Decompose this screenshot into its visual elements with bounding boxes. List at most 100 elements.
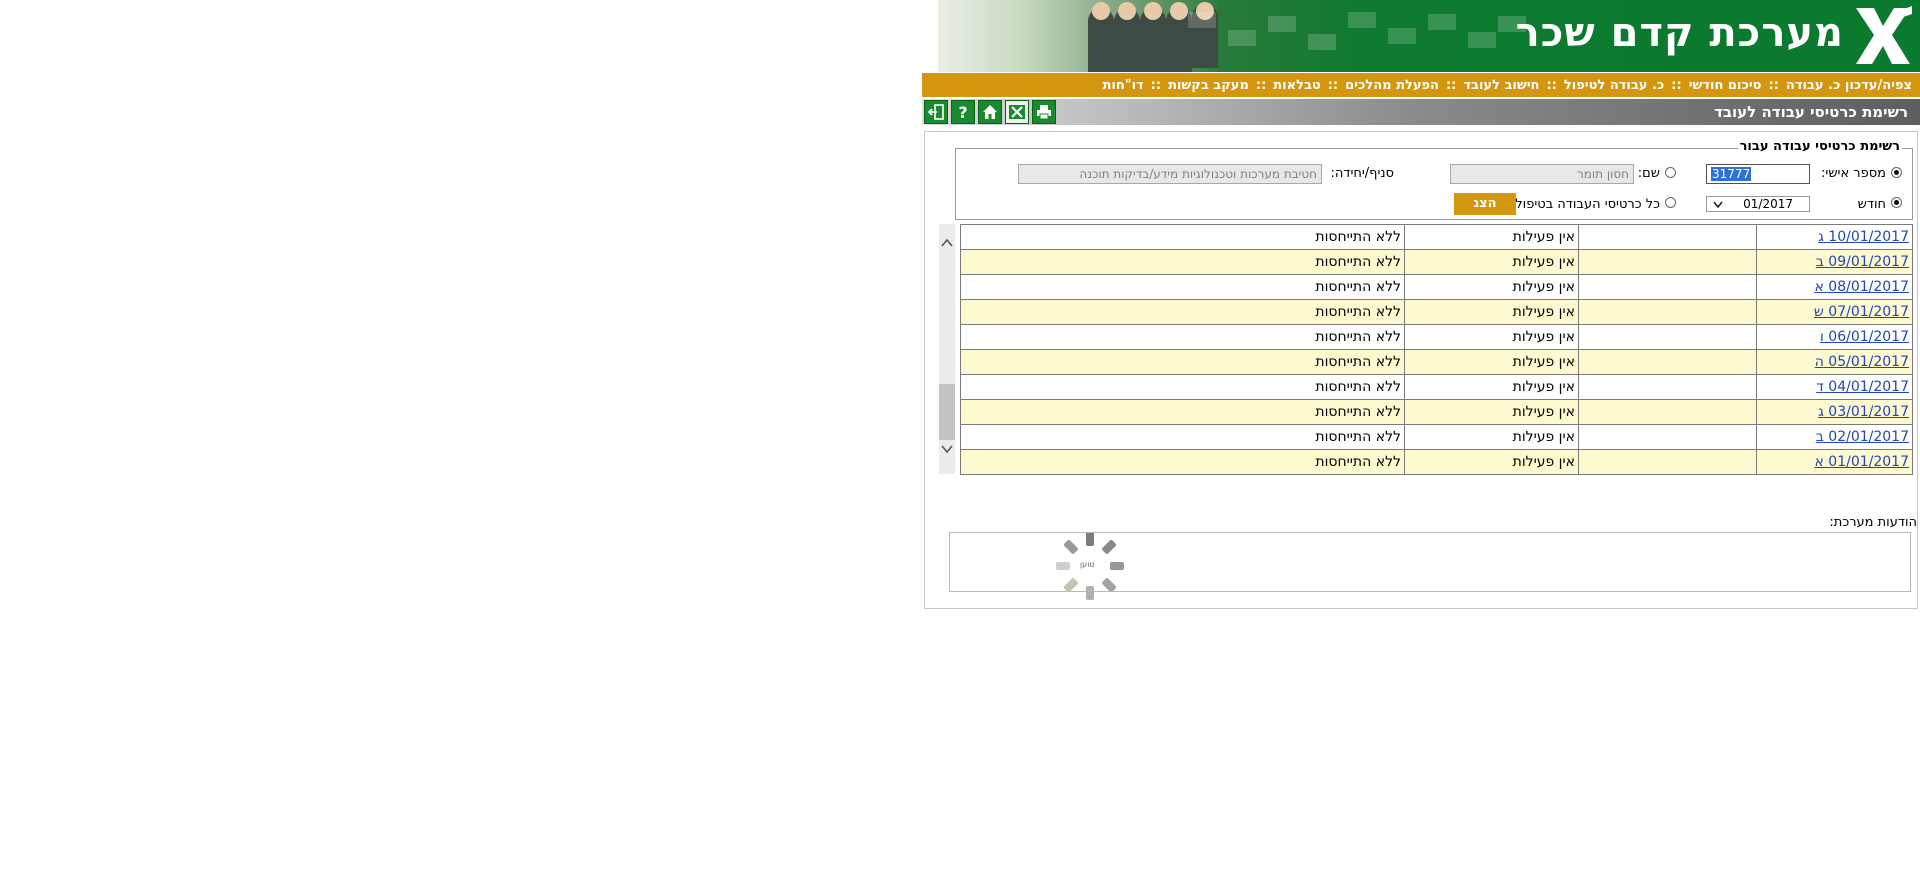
- table-row: 01/01/2017 א אין פעילות ללא התייחסות: [960, 449, 1913, 475]
- date-cell: 06/01/2017 ו: [1756, 324, 1913, 350]
- menu-item[interactable]: חישוב לעובד: [1463, 78, 1539, 93]
- work-card-date-link[interactable]: 03/01/2017 ג: [1818, 404, 1909, 420]
- empty-cell: [1578, 249, 1757, 275]
- home-button[interactable]: [978, 100, 1002, 124]
- page-title-bar: רשימת כרטיסי עבודה לעובד ?: [922, 99, 1920, 125]
- work-card-date-link[interactable]: 05/01/2017 ה: [1815, 354, 1909, 370]
- empty-cell: [1578, 274, 1757, 300]
- status-cell: ללא התייחסות: [960, 249, 1405, 275]
- table-row: 02/01/2017 ב אין פעילות ללא התייחסות: [960, 424, 1913, 450]
- search-legend: רשימת כרטיסי עבודה עבור: [1737, 139, 1902, 154]
- system-messages-label: הודעות מערכת:: [1829, 515, 1917, 530]
- date-cell: 02/01/2017 ב: [1756, 424, 1913, 450]
- all-cards-radio[interactable]: [1665, 197, 1676, 208]
- empty-cell: [1578, 324, 1757, 350]
- status-cell: ללא התייחסות: [960, 274, 1405, 300]
- excel-icon: [1009, 105, 1025, 119]
- month-select[interactable]: 01/2017: [1706, 196, 1810, 212]
- activity-cell: אין פעילות: [1404, 424, 1579, 450]
- table-row: 05/01/2017 ה אין פעילות ללא התייחסות: [960, 349, 1913, 375]
- work-card-date-link[interactable]: 08/01/2017 א: [1814, 279, 1909, 295]
- activity-cell: אין פעילות: [1404, 324, 1579, 350]
- name-label: שם:: [1637, 166, 1660, 181]
- excel-button[interactable]: [1005, 100, 1029, 124]
- svg-text:?: ?: [958, 103, 967, 121]
- menu-separator: ::: [1255, 77, 1267, 93]
- activity-cell: אין פעילות: [1404, 249, 1579, 275]
- empty-cell: [1578, 374, 1757, 400]
- employee-id-radio[interactable]: [1891, 167, 1902, 178]
- status-cell: ללא התייחסות: [960, 424, 1405, 450]
- chevron-down-icon: [1713, 201, 1723, 209]
- exit-icon: [927, 104, 944, 120]
- work-card-date-link[interactable]: 06/01/2017 ו: [1820, 329, 1909, 345]
- header-banner: מערכת קדם שכר: [938, 0, 1920, 72]
- menu-separator: ::: [1150, 77, 1162, 93]
- home-icon: [983, 105, 997, 119]
- status-cell: ללא התייחסות: [960, 224, 1405, 250]
- work-card-date-link[interactable]: 04/01/2017 ד: [1816, 379, 1909, 395]
- menu-item[interactable]: מעקב בקשות: [1168, 78, 1249, 93]
- work-card-date-link[interactable]: 07/01/2017 ש: [1814, 304, 1909, 320]
- activity-cell: אין פעילות: [1404, 449, 1579, 475]
- banner-decoration: [1148, 12, 1528, 62]
- activity-cell: אין פעילות: [1404, 399, 1579, 425]
- menu-item[interactable]: כ. עבודה לטיפול: [1564, 78, 1664, 93]
- exit-button[interactable]: [924, 100, 948, 124]
- table-scrollbar[interactable]: [939, 224, 955, 474]
- empty-cell: [1578, 299, 1757, 325]
- scroll-down-arrow[interactable]: [939, 442, 955, 458]
- menu-item[interactable]: טבלאות: [1273, 78, 1320, 93]
- status-cell: ללא התייחסות: [960, 324, 1405, 350]
- table-row: 04/01/2017 ד אין פעילות ללא התייחסות: [960, 374, 1913, 400]
- activity-cell: אין פעילות: [1404, 349, 1579, 375]
- system-messages-box: [949, 532, 1911, 592]
- app-root: מערכת קדם שכר צפיה/עדכון כ. עבודה:: סיכום…: [922, 0, 1920, 888]
- table-row: 08/01/2017 א אין פעילות ללא התייחסות: [960, 274, 1913, 300]
- empty-cell: [1578, 224, 1757, 250]
- status-cell: ללא התייחסות: [960, 374, 1405, 400]
- empty-cell: [1578, 449, 1757, 475]
- month-radio[interactable]: [1891, 197, 1902, 208]
- show-button[interactable]: הצג: [1454, 193, 1516, 215]
- work-card-date-link[interactable]: 01/01/2017 א: [1814, 454, 1909, 470]
- help-button[interactable]: ?: [951, 100, 975, 124]
- all-cards-label: כל כרטיסי העבודה בטיפול: [1515, 197, 1660, 212]
- menu-item[interactable]: דו"חות: [1103, 78, 1144, 93]
- date-cell: 01/01/2017 א: [1756, 449, 1913, 475]
- branch-label: סניף/יחידה:: [1330, 166, 1394, 181]
- activity-cell: אין פעילות: [1404, 224, 1579, 250]
- date-cell: 10/01/2017 ג: [1756, 224, 1913, 250]
- date-cell: 03/01/2017 ג: [1756, 399, 1913, 425]
- name-input[interactable]: חסון תומר: [1450, 164, 1634, 184]
- date-cell: 08/01/2017 א: [1756, 274, 1913, 300]
- results-table-container: 10/01/2017 ג אין פעילות ללא התייחסות 09/01/…: [939, 224, 1913, 600]
- print-button[interactable]: [1032, 100, 1056, 124]
- name-radio[interactable]: [1665, 167, 1676, 178]
- print-icon: [1037, 105, 1051, 120]
- menu-separator: ::: [1327, 77, 1339, 93]
- menu-item[interactable]: סיכום חודשי: [1689, 78, 1762, 93]
- work-cards-table: 10/01/2017 ג אין פעילות ללא התייחסות 09/01/…: [960, 224, 1913, 475]
- empty-cell: [1578, 349, 1757, 375]
- work-card-date-link[interactable]: 09/01/2017 ב: [1816, 254, 1909, 270]
- company-logo: [1856, 6, 1912, 64]
- scroll-thumb[interactable]: [939, 384, 955, 440]
- chevron-up-icon: [941, 238, 953, 247]
- menu-separator: ::: [1546, 77, 1557, 93]
- empty-cell: [1578, 424, 1757, 450]
- menu-item[interactable]: הפעלת מהלכים: [1345, 78, 1439, 93]
- empty-cell: [1578, 399, 1757, 425]
- menu-separator: ::: [1445, 77, 1457, 93]
- menu-item[interactable]: צפיה/עדכון כ. עבודה: [1786, 78, 1912, 93]
- work-card-date-link[interactable]: 10/01/2017 ג: [1818, 229, 1909, 245]
- activity-cell: אין פעילות: [1404, 274, 1579, 300]
- table-row: 03/01/2017 ג אין פעילות ללא התייחסות: [960, 399, 1913, 425]
- work-card-date-link[interactable]: 02/01/2017 ב: [1816, 429, 1909, 445]
- branch-input[interactable]: חטיבת מערכות וטכנולוגיות מידע/בדיקות תוכ…: [1018, 164, 1322, 184]
- employee-id-input[interactable]: 31777: [1706, 164, 1810, 184]
- table-row: 07/01/2017 ש אין פעילות ללא התייחסות: [960, 299, 1913, 325]
- menu-separator: ::: [1768, 77, 1779, 93]
- scroll-up-arrow[interactable]: [939, 236, 955, 252]
- help-icon: ?: [958, 103, 967, 121]
